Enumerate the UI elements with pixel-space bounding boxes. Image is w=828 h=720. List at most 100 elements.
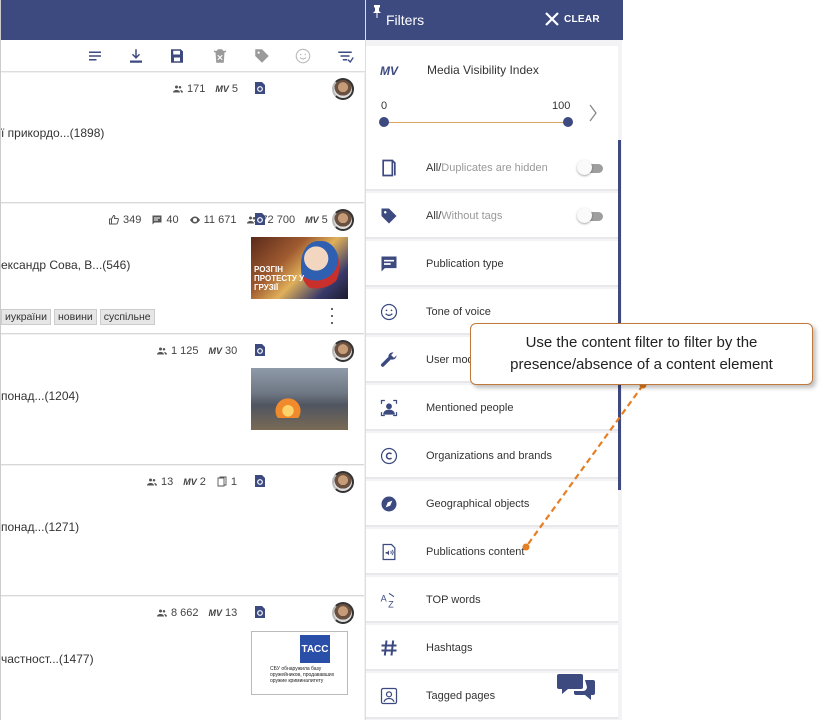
mvi-slider-min-handle[interactable] bbox=[379, 117, 389, 127]
filter-tags[interactable]: All/Without tags bbox=[366, 193, 618, 239]
download-icon[interactable] bbox=[126, 46, 146, 66]
tag-chip[interactable]: иукраїни bbox=[1, 309, 51, 325]
scrollbar[interactable] bbox=[618, 140, 621, 490]
comment-icon bbox=[151, 214, 163, 226]
save-icon[interactable] bbox=[167, 46, 187, 66]
audience-icon bbox=[156, 607, 168, 619]
audience-value: 171 bbox=[187, 83, 206, 95]
mvi-label: Media Visibility Index bbox=[427, 63, 539, 77]
mv-label: MV bbox=[208, 346, 223, 356]
filters-header: Filters CLEAR bbox=[366, 0, 623, 40]
chevron-right-icon[interactable] bbox=[588, 104, 598, 122]
avatar[interactable] bbox=[332, 471, 354, 493]
tag-list: иукраїни новини суспільне bbox=[1, 309, 155, 325]
compass-icon bbox=[379, 494, 399, 514]
callout-box: Use the content filter to filter by the … bbox=[470, 323, 813, 385]
pin-icon[interactable] bbox=[372, 4, 382, 18]
az-icon: AZ bbox=[379, 590, 399, 610]
audience-value: 1 125 bbox=[171, 345, 199, 357]
filter-label: Publication type bbox=[426, 258, 504, 270]
audience-icon bbox=[172, 83, 184, 95]
mvi-slider-track[interactable] bbox=[384, 122, 568, 123]
mv-value: 13 bbox=[225, 607, 238, 619]
document-search-icon[interactable] bbox=[254, 343, 266, 357]
hashtag-icon bbox=[379, 638, 399, 658]
clear-label: CLEAR bbox=[564, 13, 600, 25]
views-icon bbox=[189, 214, 201, 226]
avatar[interactable] bbox=[332, 78, 354, 100]
audience-value: 13 bbox=[161, 476, 174, 488]
publication-card[interactable]: 13 MV 2 1 понад...(1271) bbox=[1, 466, 364, 596]
feed-toolbar bbox=[1, 40, 365, 72]
mvi-filter: MV Media Visibility Index 0 100 bbox=[366, 46, 618, 148]
document-search-icon[interactable] bbox=[254, 605, 266, 619]
publication-title[interactable]: понад...(1271) bbox=[1, 520, 79, 534]
smiley-icon[interactable] bbox=[293, 46, 313, 66]
publication-thumbnail[interactable]: РОЗГІН ПРОТЕСТУ У ГРУЗІЇ bbox=[251, 237, 348, 299]
filter-duplicates[interactable]: All/Duplicates are hidden bbox=[366, 145, 618, 191]
publication-thumbnail[interactable]: ТАСС СБУ обнаружила базу оружейников, пр… bbox=[251, 631, 348, 695]
copyright-icon bbox=[379, 446, 399, 466]
filter-label: User mod bbox=[426, 354, 474, 366]
tagged-pages-icon bbox=[379, 686, 399, 706]
avatar[interactable] bbox=[332, 340, 354, 362]
comments-value: 40 bbox=[166, 214, 179, 226]
filter-geographical-objects[interactable]: Geographical objects bbox=[366, 481, 618, 527]
publication-card[interactable]: 349 40 11 671 72 700 MV 5 ександр Сова, … bbox=[1, 204, 364, 334]
mv-value: 5 bbox=[321, 214, 328, 226]
filter-publication-type[interactable]: Publication type bbox=[366, 241, 618, 287]
tag-icon[interactable] bbox=[252, 46, 272, 66]
filter-sublabel: Without tags bbox=[441, 210, 503, 222]
mv-label: MV bbox=[183, 477, 197, 487]
sort-filter-icon[interactable] bbox=[335, 46, 355, 66]
filter-hashtags[interactable]: Hashtags bbox=[366, 625, 618, 671]
thumbnail-caption: СБУ обнаружила базу оружейников, продава… bbox=[270, 666, 335, 684]
clear-button[interactable]: CLEAR bbox=[544, 11, 600, 27]
publication-title[interactable]: ї прикордо...(1898) bbox=[1, 126, 104, 140]
filter-label: All/ bbox=[426, 210, 442, 222]
document-search-icon[interactable] bbox=[254, 474, 266, 488]
filter-publications-content[interactable]: Publications content bbox=[366, 529, 618, 575]
list-icon[interactable] bbox=[85, 46, 105, 66]
publication-title[interactable]: понад...(1204) bbox=[1, 389, 79, 403]
publication-card[interactable]: 1 125 MV 30 понад...(1204) bbox=[1, 335, 364, 465]
publication-card[interactable]: 171 MV 5 ї прикордо...(1898) bbox=[1, 73, 364, 203]
filter-mentioned-people[interactable]: Mentioned people bbox=[366, 385, 618, 431]
mv-label: MV bbox=[215, 84, 229, 94]
avatar[interactable] bbox=[332, 209, 354, 231]
publication-card[interactable]: 8 662 MV 13 частност...(1477) ТАСС СБУ о… bbox=[1, 597, 364, 720]
content-icon bbox=[379, 542, 399, 562]
tag-chip[interactable]: новини bbox=[53, 309, 97, 325]
person-icon bbox=[379, 398, 399, 418]
audience-icon bbox=[146, 476, 158, 488]
callout-text: Use the content filter to filter by the … bbox=[510, 334, 773, 373]
document-search-icon[interactable] bbox=[254, 212, 266, 226]
more-options-icon[interactable] bbox=[330, 308, 334, 324]
chat-icon[interactable] bbox=[556, 670, 596, 706]
filter-label: Tone of voice bbox=[426, 306, 491, 318]
smiley-icon bbox=[379, 302, 399, 322]
wrench-icon bbox=[379, 350, 399, 370]
mvi-slider-max-handle[interactable] bbox=[563, 117, 573, 127]
publication-title[interactable]: ександр Сова, В...(546) bbox=[1, 258, 130, 272]
tags-toggle[interactable] bbox=[577, 208, 603, 223]
filter-label: Organizations and brands bbox=[426, 450, 552, 462]
svg-text:Z: Z bbox=[388, 600, 394, 610]
delete-icon[interactable] bbox=[210, 46, 230, 66]
top-bar bbox=[1, 0, 365, 40]
filter-label: All/ bbox=[426, 162, 442, 174]
thumbnail-text: РОЗГІН ПРОТЕСТУ У ГРУЗІЇ bbox=[254, 265, 305, 292]
avatar[interactable] bbox=[332, 602, 354, 624]
close-icon bbox=[545, 12, 559, 26]
publication-title[interactable]: частност...(1477) bbox=[1, 652, 94, 666]
filter-top-words[interactable]: AZ TOP words bbox=[366, 577, 618, 623]
audience-value: 8 662 bbox=[171, 607, 199, 619]
document-search-icon[interactable] bbox=[254, 81, 266, 95]
fire-graphic bbox=[273, 394, 303, 418]
publication-thumbnail[interactable] bbox=[251, 368, 348, 430]
tag-chip[interactable]: суспільне bbox=[99, 309, 155, 325]
duplicates-toggle[interactable] bbox=[577, 160, 603, 175]
filter-label: Tagged pages bbox=[426, 690, 496, 702]
likes-value: 349 bbox=[123, 214, 142, 226]
filter-organizations[interactable]: Organizations and brands bbox=[366, 433, 618, 479]
